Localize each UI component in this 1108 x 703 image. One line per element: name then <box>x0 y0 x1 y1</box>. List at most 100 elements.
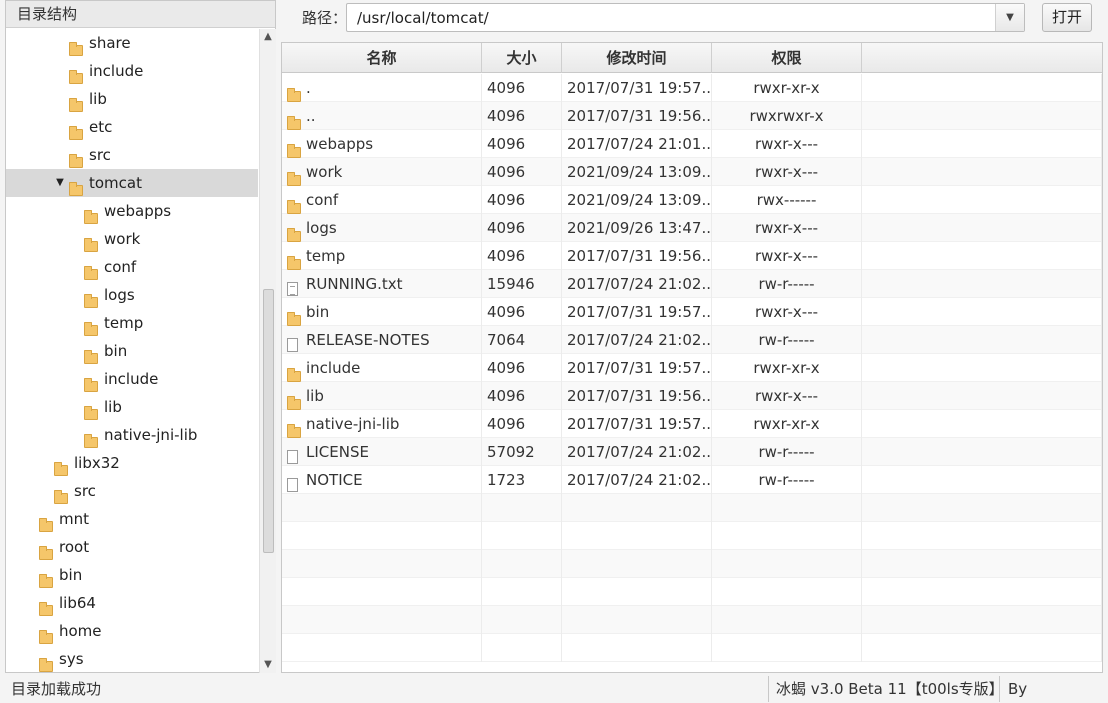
tree-item[interactable]: native-jni-lib <box>6 421 258 449</box>
open-button[interactable]: 打开 <box>1042 3 1092 32</box>
tree-item[interactable]: webapps <box>6 197 258 225</box>
empty-cell <box>862 130 1102 158</box>
tree-item-label: root <box>59 538 90 556</box>
cell-name: . <box>282 74 482 102</box>
tree-item[interactable]: temp <box>6 309 258 337</box>
tree-item[interactable]: lib64 <box>6 589 258 617</box>
tree-scrollbar[interactable]: ▲ ▼ <box>259 29 276 673</box>
empty-cell <box>862 270 1102 298</box>
empty-cell <box>482 494 562 522</box>
status-author: By rebeyond <box>999 676 1108 702</box>
file-icon <box>287 445 298 466</box>
table-row[interactable]: work 4096 2021/09/24 13:09... rwxr-x--- <box>282 158 1102 186</box>
tree-item[interactable]: bin <box>6 561 258 589</box>
tree-item[interactable]: root <box>6 533 258 561</box>
cell-time: 2021/09/26 13:47... <box>562 214 712 242</box>
tree-item-label: src <box>74 482 96 500</box>
empty-cell <box>862 578 1102 606</box>
empty-cell <box>862 494 1102 522</box>
scroll-up-icon[interactable]: ▲ <box>260 29 276 45</box>
tree-item[interactable]: mnt <box>6 505 258 533</box>
cell-size: 4096 <box>482 298 562 326</box>
empty-cell <box>562 606 712 634</box>
table-row[interactable]: logs 4096 2021/09/26 13:47... rwxr-x--- <box>282 214 1102 242</box>
tree-item[interactable]: include <box>6 365 258 393</box>
cell-size: 4096 <box>482 382 562 410</box>
empty-row <box>282 606 1102 634</box>
file-name: include <box>306 359 361 377</box>
table-row[interactable]: lib 4096 2017/07/31 19:56... rwxr-x--- <box>282 382 1102 410</box>
empty-cell <box>282 550 482 578</box>
tree-item[interactable]: sys <box>6 645 258 673</box>
path-label: 路径： <box>302 9 348 27</box>
empty-cell <box>862 74 1102 102</box>
tree-item[interactable]: bin <box>6 337 258 365</box>
tree-item[interactable]: etc <box>6 113 258 141</box>
cell-perm: rwxrwxr-x <box>712 102 862 130</box>
tree-item[interactable]: share <box>6 29 258 57</box>
chevron-down-icon[interactable]: ▼ <box>995 4 1024 31</box>
file-name: .. <box>306 107 316 125</box>
empty-cell <box>862 158 1102 186</box>
file-name: conf <box>306 191 339 209</box>
path-combobox[interactable]: ▼ <box>346 3 1025 32</box>
cell-time: 2017/07/24 21:02... <box>562 466 712 494</box>
folder-icon <box>287 167 301 186</box>
tree-item[interactable]: libx32 <box>6 449 258 477</box>
column-header-name[interactable]: 名称 <box>282 43 482 73</box>
tree-item[interactable]: home <box>6 617 258 645</box>
table-row[interactable]: LICENSE 57092 2017/07/24 21:02... rw-r----- <box>282 438 1102 466</box>
cell-time: 2021/09/24 13:09... <box>562 186 712 214</box>
tree-item[interactable]: lib <box>6 393 258 421</box>
file-name: bin <box>306 303 330 321</box>
tree-item[interactable]: ▼ tomcat <box>6 169 258 197</box>
path-input[interactable] <box>347 4 995 31</box>
table-row[interactable]: webapps 4096 2017/07/24 21:01... rwxr-x--- <box>282 130 1102 158</box>
tree-item[interactable]: conf <box>6 253 258 281</box>
tree-item-label: bin <box>104 342 128 360</box>
cell-perm: rw-r----- <box>712 438 862 466</box>
empty-row <box>282 494 1102 522</box>
table-row[interactable]: conf 4096 2021/09/24 13:09... rwx------ <box>282 186 1102 214</box>
expand-arrow-icon[interactable]: ▼ <box>54 169 66 197</box>
column-header-time[interactable]: 修改时间 <box>562 43 712 73</box>
tree-item[interactable]: src <box>6 477 258 505</box>
tree-item[interactable]: work <box>6 225 258 253</box>
cell-name: temp <box>282 242 482 270</box>
tree-item[interactable]: lib <box>6 85 258 113</box>
file-icon <box>287 333 298 354</box>
cell-name: .. <box>282 102 482 130</box>
tree-item[interactable]: include <box>6 57 258 85</box>
scroll-down-icon[interactable]: ▼ <box>260 657 276 673</box>
table-row[interactable]: NOTICE 1723 2017/07/24 21:02... rw-r----- <box>282 466 1102 494</box>
table-row[interactable]: . 4096 2017/07/31 19:57... rwxr-xr-x <box>282 74 1102 102</box>
empty-cell <box>862 214 1102 242</box>
table-row[interactable]: temp 4096 2017/07/31 19:56... rwxr-x--- <box>282 242 1102 270</box>
tree-item[interactable]: logs <box>6 281 258 309</box>
tree-item-label: bin <box>59 566 83 584</box>
file-name: RELEASE-NOTES <box>306 331 430 349</box>
tree-item-label: sys <box>59 650 84 668</box>
cell-name: conf <box>282 186 482 214</box>
empty-cell <box>712 606 862 634</box>
tree-item-label: libx32 <box>74 454 120 472</box>
table-row[interactable]: include 4096 2017/07/31 19:57... rwxr-xr-x <box>282 354 1102 382</box>
scrollbar-thumb[interactable] <box>263 289 274 553</box>
table-row[interactable]: RELEASE-NOTES 7064 2017/07/24 21:02... rw-r… <box>282 326 1102 354</box>
file-icon <box>287 473 298 494</box>
tree-item[interactable]: src <box>6 141 258 169</box>
tree-item-label: lib64 <box>59 594 96 612</box>
table-row[interactable]: native-jni-lib 4096 2017/07/31 19:57... rwx… <box>282 410 1102 438</box>
empty-cell <box>862 382 1102 410</box>
table-row[interactable]: RUNNING.txt 15946 2017/07/24 21:02... rw-r-… <box>282 270 1102 298</box>
cell-time: 2017/07/31 19:57... <box>562 354 712 382</box>
table-row[interactable]: .. 4096 2017/07/31 19:56... rwxrwxr-x <box>282 102 1102 130</box>
empty-cell <box>562 550 712 578</box>
table-row[interactable]: bin 4096 2017/07/31 19:57... rwxr-x--- <box>282 298 1102 326</box>
folder-icon <box>287 83 301 102</box>
column-header-permission[interactable]: 权限 <box>712 43 862 73</box>
empty-cell <box>562 634 712 662</box>
column-header-size[interactable]: 大小 <box>482 43 562 73</box>
empty-cell <box>862 242 1102 270</box>
tree-item-label: include <box>104 370 159 388</box>
